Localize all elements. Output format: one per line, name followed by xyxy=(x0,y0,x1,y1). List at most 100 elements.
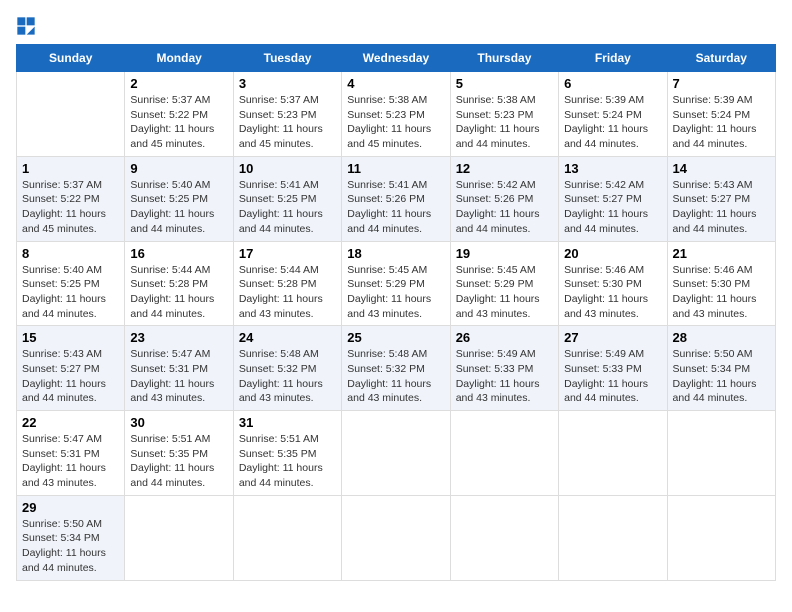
day-number: 18 xyxy=(347,246,444,261)
cell-info: Sunrise: 5:37 AM Sunset: 5:22 PM Dayligh… xyxy=(22,178,119,237)
cell-info: Sunrise: 5:43 AM Sunset: 5:27 PM Dayligh… xyxy=(673,178,770,237)
calendar-cell xyxy=(17,72,125,157)
cell-info: Sunrise: 5:38 AM Sunset: 5:23 PM Dayligh… xyxy=(347,93,444,152)
calendar-cell xyxy=(125,495,233,580)
cell-info: Sunrise: 5:45 AM Sunset: 5:29 PM Dayligh… xyxy=(456,263,553,322)
cell-info: Sunrise: 5:42 AM Sunset: 5:27 PM Dayligh… xyxy=(564,178,661,237)
calendar-header-row: SundayMondayTuesdayWednesdayThursdayFrid… xyxy=(17,45,776,72)
day-number: 13 xyxy=(564,161,661,176)
column-header-wednesday: Wednesday xyxy=(342,45,450,72)
calendar-cell: 3 Sunrise: 5:37 AM Sunset: 5:23 PM Daylig… xyxy=(233,72,341,157)
day-number: 6 xyxy=(564,76,661,91)
calendar-cell: 6Sunrise: 5:39 AM Sunset: 5:24 PM Daylig… xyxy=(559,72,667,157)
calendar-cell: 29 Sunrise: 5:50 AM Sunset: 5:34 PM Dayli… xyxy=(17,495,125,580)
calendar-cell: 31 Sunrise: 5:51 AM Sunset: 5:35 PM Dayli… xyxy=(233,411,341,496)
calendar-week-row: 22Sunrise: 5:47 AM Sunset: 5:31 PM Dayli… xyxy=(17,411,776,496)
calendar-cell: 5 Sunrise: 5:38 AM Sunset: 5:23 PM Daylig… xyxy=(450,72,558,157)
calendar-cell: 13 Sunrise: 5:42 AM Sunset: 5:27 PM Dayli… xyxy=(559,156,667,241)
day-number: 15 xyxy=(22,330,119,345)
day-number: 16 xyxy=(130,246,227,261)
day-number: 1 xyxy=(22,161,119,176)
calendar-cell: 1 Sunrise: 5:37 AM Sunset: 5:22 PM Daylig… xyxy=(17,156,125,241)
calendar-cell: 9 Sunrise: 5:40 AM Sunset: 5:25 PM Daylig… xyxy=(125,156,233,241)
cell-info: Sunrise: 5:37 AM Sunset: 5:23 PM Dayligh… xyxy=(239,93,336,152)
column-header-sunday: Sunday xyxy=(17,45,125,72)
day-number: 4 xyxy=(347,76,444,91)
day-number: 7 xyxy=(673,76,770,91)
cell-info: Sunrise: 5:51 AM Sunset: 5:35 PM Dayligh… xyxy=(239,432,336,491)
calendar-week-row: 1 Sunrise: 5:37 AM Sunset: 5:22 PM Daylig… xyxy=(17,156,776,241)
calendar-cell xyxy=(559,495,667,580)
calendar-cell: 15Sunrise: 5:43 AM Sunset: 5:27 PM Dayli… xyxy=(17,326,125,411)
cell-info: Sunrise: 5:44 AM Sunset: 5:28 PM Dayligh… xyxy=(239,263,336,322)
day-number: 11 xyxy=(347,161,444,176)
column-header-friday: Friday xyxy=(559,45,667,72)
calendar-cell: 20 Sunrise: 5:46 AM Sunset: 5:30 PM Dayli… xyxy=(559,241,667,326)
day-number: 17 xyxy=(239,246,336,261)
cell-info: Sunrise: 5:46 AM Sunset: 5:30 PM Dayligh… xyxy=(673,263,770,322)
cell-info: Sunrise: 5:37 AM Sunset: 5:22 PM Dayligh… xyxy=(130,93,227,152)
header xyxy=(16,16,776,36)
calendar-cell: 30Sunrise: 5:51 AM Sunset: 5:35 PM Dayli… xyxy=(125,411,233,496)
day-number: 31 xyxy=(239,415,336,430)
day-number: 19 xyxy=(456,246,553,261)
day-number: 10 xyxy=(239,161,336,176)
day-number: 27 xyxy=(564,330,661,345)
calendar-cell: 11 Sunrise: 5:41 AM Sunset: 5:26 PM Dayli… xyxy=(342,156,450,241)
day-number: 29 xyxy=(22,500,119,515)
calendar-cell: 4 Sunrise: 5:38 AM Sunset: 5:23 PM Daylig… xyxy=(342,72,450,157)
calendar-cell: 2Sunrise: 5:37 AM Sunset: 5:22 PM Daylig… xyxy=(125,72,233,157)
column-header-thursday: Thursday xyxy=(450,45,558,72)
day-number: 21 xyxy=(673,246,770,261)
day-number: 22 xyxy=(22,415,119,430)
calendar-cell xyxy=(450,495,558,580)
calendar-cell: 16Sunrise: 5:44 AM Sunset: 5:28 PM Dayli… xyxy=(125,241,233,326)
cell-info: Sunrise: 5:40 AM Sunset: 5:25 PM Dayligh… xyxy=(130,178,227,237)
day-number: 23 xyxy=(130,330,227,345)
cell-info: Sunrise: 5:48 AM Sunset: 5:32 PM Dayligh… xyxy=(239,347,336,406)
calendar-cell: 8Sunrise: 5:40 AM Sunset: 5:25 PM Daylig… xyxy=(17,241,125,326)
calendar-cell: 22Sunrise: 5:47 AM Sunset: 5:31 PM Dayli… xyxy=(17,411,125,496)
cell-info: Sunrise: 5:41 AM Sunset: 5:26 PM Dayligh… xyxy=(347,178,444,237)
day-number: 3 xyxy=(239,76,336,91)
day-number: 26 xyxy=(456,330,553,345)
calendar-cell xyxy=(450,411,558,496)
day-number: 24 xyxy=(239,330,336,345)
calendar-week-row: 8Sunrise: 5:40 AM Sunset: 5:25 PM Daylig… xyxy=(17,241,776,326)
calendar-cell xyxy=(342,411,450,496)
cell-info: Sunrise: 5:41 AM Sunset: 5:25 PM Dayligh… xyxy=(239,178,336,237)
day-number: 9 xyxy=(130,161,227,176)
cell-info: Sunrise: 5:50 AM Sunset: 5:34 PM Dayligh… xyxy=(22,517,119,576)
day-number: 12 xyxy=(456,161,553,176)
day-number: 30 xyxy=(130,415,227,430)
day-number: 14 xyxy=(673,161,770,176)
calendar-cell xyxy=(667,495,775,580)
calendar-week-row: 15Sunrise: 5:43 AM Sunset: 5:27 PM Dayli… xyxy=(17,326,776,411)
calendar-cell xyxy=(233,495,341,580)
calendar-cell xyxy=(667,411,775,496)
cell-info: Sunrise: 5:39 AM Sunset: 5:24 PM Dayligh… xyxy=(673,93,770,152)
day-number: 5 xyxy=(456,76,553,91)
calendar-cell: 10 Sunrise: 5:41 AM Sunset: 5:25 PM Dayli… xyxy=(233,156,341,241)
logo xyxy=(16,16,40,36)
cell-info: Sunrise: 5:45 AM Sunset: 5:29 PM Dayligh… xyxy=(347,263,444,322)
calendar-cell: 21 Sunrise: 5:46 AM Sunset: 5:30 PM Dayli… xyxy=(667,241,775,326)
cell-info: Sunrise: 5:49 AM Sunset: 5:33 PM Dayligh… xyxy=(564,347,661,406)
cell-info: Sunrise: 5:48 AM Sunset: 5:32 PM Dayligh… xyxy=(347,347,444,406)
column-header-tuesday: Tuesday xyxy=(233,45,341,72)
calendar-cell: 25Sunrise: 5:48 AM Sunset: 5:32 PM Dayli… xyxy=(342,326,450,411)
cell-info: Sunrise: 5:46 AM Sunset: 5:30 PM Dayligh… xyxy=(564,263,661,322)
logo-icon xyxy=(16,16,36,36)
cell-info: Sunrise: 5:49 AM Sunset: 5:33 PM Dayligh… xyxy=(456,347,553,406)
column-header-saturday: Saturday xyxy=(667,45,775,72)
day-number: 8 xyxy=(22,246,119,261)
calendar-cell: 7 Sunrise: 5:39 AM Sunset: 5:24 PM Daylig… xyxy=(667,72,775,157)
day-number: 20 xyxy=(564,246,661,261)
cell-info: Sunrise: 5:38 AM Sunset: 5:23 PM Dayligh… xyxy=(456,93,553,152)
calendar-cell: 28Sunrise: 5:50 AM Sunset: 5:34 PM Dayli… xyxy=(667,326,775,411)
calendar-body: 2Sunrise: 5:37 AM Sunset: 5:22 PM Daylig… xyxy=(17,72,776,581)
column-header-monday: Monday xyxy=(125,45,233,72)
calendar-cell: 26 Sunrise: 5:49 AM Sunset: 5:33 PM Dayli… xyxy=(450,326,558,411)
cell-info: Sunrise: 5:50 AM Sunset: 5:34 PM Dayligh… xyxy=(673,347,770,406)
calendar-cell: 12Sunrise: 5:42 AM Sunset: 5:26 PM Dayli… xyxy=(450,156,558,241)
